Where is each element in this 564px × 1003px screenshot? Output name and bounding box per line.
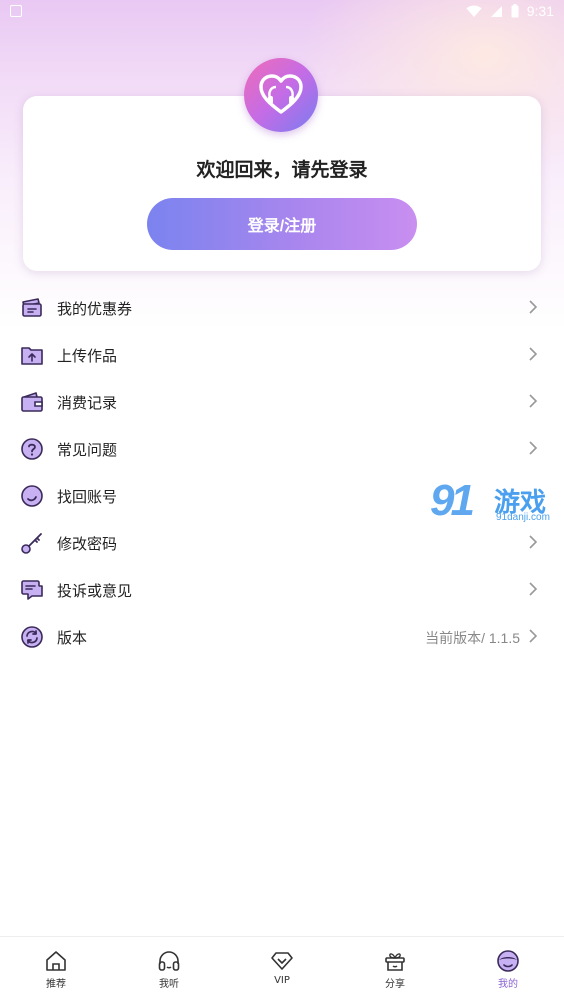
menu-label: 投诉或意见	[57, 582, 133, 600]
home-icon	[46, 951, 66, 971]
feedback-icon	[21, 580, 43, 600]
recover-account-icon	[21, 485, 43, 507]
tab-vip[interactable]: VIP	[252, 949, 312, 986]
watermark-brand: 91	[430, 476, 475, 525]
status-time: 9:31	[526, 3, 554, 19]
chevron-right-icon	[529, 347, 538, 361]
tab-label: VIP	[274, 975, 290, 986]
bottom-tab-bar: 推荐 我听 VIP 分享 我的	[0, 936, 564, 1003]
tab-recommend[interactable]: 推荐	[26, 949, 86, 990]
menu-label: 我的优惠券	[57, 300, 133, 318]
login-register-button[interactable]: 登录/注册	[147, 198, 417, 250]
menu-label: 上传作品	[57, 347, 118, 365]
heart-headphones-icon	[259, 74, 303, 114]
wifi-icon	[466, 5, 482, 17]
app-logo	[244, 58, 318, 132]
settings-menu: 我的优惠券 上传作品 消费记录 常见问题 找回账号 修改密码 投诉或意见 版本 …	[0, 284, 564, 660]
wallet-icon	[21, 392, 43, 412]
menu-item-faq[interactable]: 常见问题	[0, 425, 564, 472]
menu-item-version[interactable]: 版本 当前版本/ 1.1.5	[0, 613, 564, 660]
diamond-icon	[271, 952, 293, 970]
menu-label: 找回账号	[57, 488, 118, 506]
signal-icon	[490, 5, 502, 17]
refresh-icon	[21, 626, 43, 648]
tab-share[interactable]: 分享	[365, 949, 425, 990]
chevron-right-icon	[529, 582, 538, 596]
watermark-url: 91danji.com	[496, 512, 550, 523]
tab-label: 我听	[159, 979, 179, 990]
tab-label: 我的	[498, 979, 518, 990]
tab-label: 推荐	[46, 979, 66, 990]
menu-label: 版本	[57, 629, 88, 647]
upload-folder-icon	[21, 347, 43, 365]
coupon-icon	[22, 298, 42, 317]
profile-icon	[497, 950, 519, 972]
current-version-text: 当前版本/ 1.1.5	[425, 630, 520, 646]
question-icon	[21, 438, 43, 460]
gift-box-icon	[385, 953, 405, 971]
menu-item-change-password[interactable]: 修改密码	[0, 519, 564, 566]
headphones-icon	[158, 951, 180, 971]
tab-mine[interactable]: 我的	[478, 949, 538, 990]
key-icon	[21, 533, 42, 554]
menu-label: 消费记录	[57, 394, 118, 412]
chevron-right-icon	[529, 535, 538, 549]
notification-icon	[10, 5, 22, 17]
menu-label: 常见问题	[57, 441, 118, 459]
tab-listen[interactable]: 我听	[139, 949, 199, 990]
welcome-text: 欢迎回来，请先登录	[196, 159, 368, 181]
chevron-right-icon	[529, 300, 538, 314]
battery-icon	[511, 4, 519, 18]
status-bar: 9:31	[0, 0, 564, 24]
chevron-right-icon	[529, 394, 538, 408]
menu-label: 修改密码	[57, 535, 118, 553]
menu-item-coupons[interactable]: 我的优惠券	[0, 284, 564, 331]
menu-item-purchase-history[interactable]: 消费记录	[0, 378, 564, 425]
chevron-right-icon	[529, 441, 538, 455]
menu-item-feedback[interactable]: 投诉或意见	[0, 566, 564, 613]
chevron-right-icon	[529, 629, 538, 643]
watermark-logo: 91 游戏 91danji.com	[430, 476, 564, 526]
menu-item-upload[interactable]: 上传作品	[0, 331, 564, 378]
tab-label: 分享	[385, 979, 405, 990]
